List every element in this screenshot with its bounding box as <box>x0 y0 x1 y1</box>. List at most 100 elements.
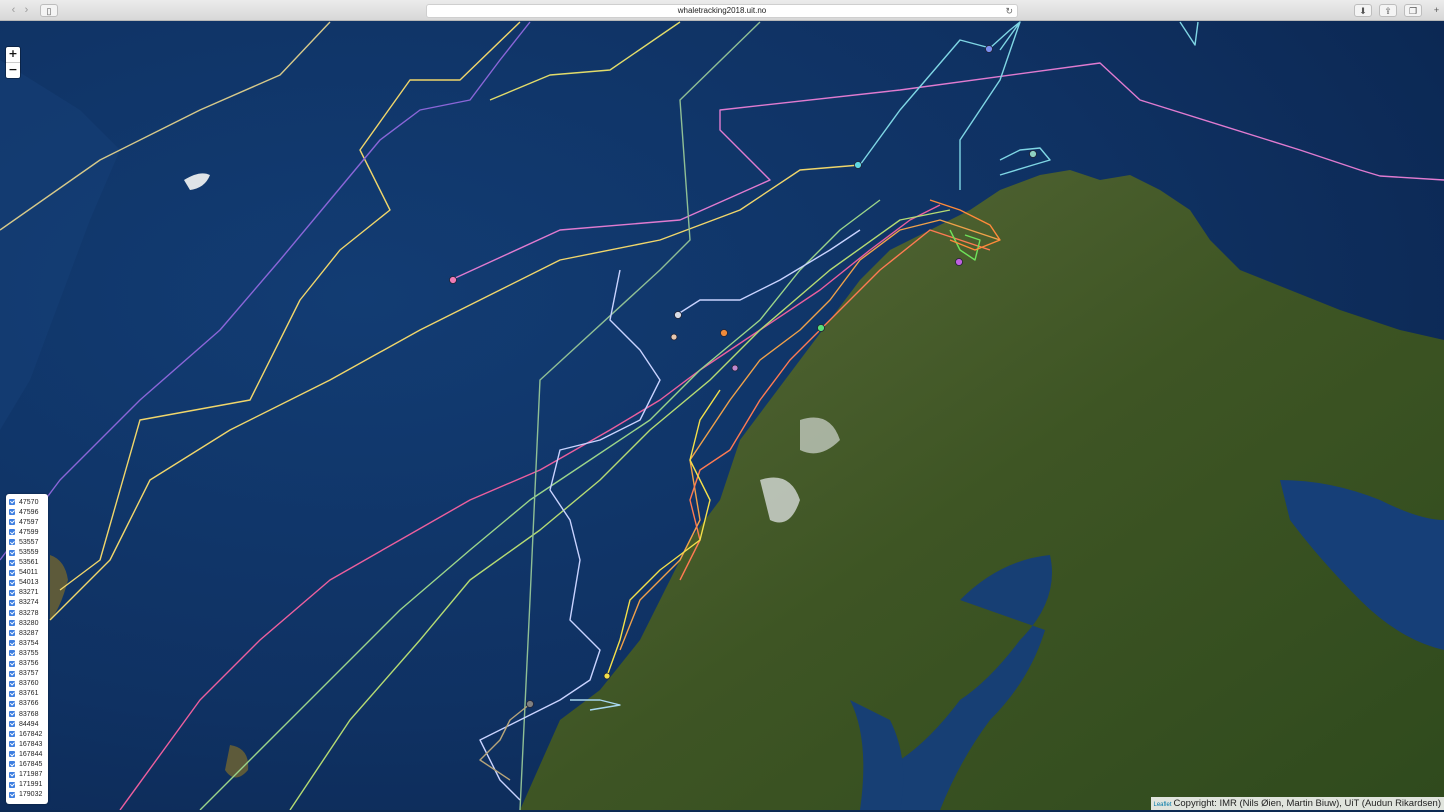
track-legend: 47570 47596 475974759953557535595356154011… <box>6 494 48 804</box>
legend-item[interactable]: 47596 <box>9 507 48 517</box>
checkbox-checked-icon[interactable] <box>9 580 15 586</box>
legend-item[interactable]: 83755 <box>9 648 48 658</box>
url-text: whaletracking2018.uit.no <box>678 6 767 15</box>
track-marker[interactable] <box>956 259 963 266</box>
leaflet-link[interactable]: Leaflet <box>1154 802 1172 808</box>
legend-item[interactable]: 83287 <box>9 628 48 638</box>
track-marker[interactable] <box>855 162 862 169</box>
legend-item[interactable]: 47570 <box>9 497 48 507</box>
legend-item-label: 83760 <box>19 680 38 687</box>
new-tab-icon[interactable]: + <box>1430 4 1443 17</box>
legend-item[interactable]: 83754 <box>9 638 48 648</box>
legend-item-label: 167844 <box>19 751 42 758</box>
reload-icon[interactable]: ↻ <box>1005 5 1013 17</box>
track-marker[interactable] <box>450 277 457 284</box>
checkbox-checked-icon[interactable] <box>9 650 15 656</box>
legend-item[interactable]: 167844 <box>9 749 48 759</box>
track-marker[interactable] <box>527 701 534 708</box>
track-marker[interactable] <box>1030 151 1037 158</box>
checkbox-checked-icon[interactable] <box>9 550 15 556</box>
checkbox-checked-icon[interactable] <box>9 640 15 646</box>
checkbox-checked-icon[interactable] <box>9 671 15 677</box>
legend-item[interactable]: 167842 <box>9 729 48 739</box>
zoom-in-button[interactable]: + <box>6 47 20 62</box>
share-icon[interactable]: ⇪ <box>1379 4 1397 17</box>
tabs-overview-icon[interactable]: ❐ <box>1404 4 1422 17</box>
checkbox-checked-icon[interactable] <box>9 610 15 616</box>
checkbox-checked-icon[interactable] <box>9 509 15 515</box>
back-icon[interactable]: ‹ <box>7 4 20 16</box>
checkbox-checked-icon[interactable] <box>9 560 15 566</box>
address-bar[interactable]: whaletracking2018.uit.no ↻ <box>426 4 1018 18</box>
legend-item[interactable]: 84494 <box>9 719 48 729</box>
legend-item[interactable]: 83274 <box>9 598 48 608</box>
checkbox-checked-icon[interactable] <box>9 772 15 778</box>
legend-item[interactable]: 83761 <box>9 689 48 699</box>
legend-item[interactable]: 54013 <box>9 578 48 588</box>
track-marker[interactable] <box>604 673 610 679</box>
checkbox-checked-icon[interactable] <box>9 711 15 717</box>
legend-item[interactable]: 54011 <box>9 568 48 578</box>
legend-item[interactable]: 47599 <box>9 527 48 537</box>
track-marker[interactable] <box>675 312 682 319</box>
checkbox-checked-icon[interactable] <box>9 731 15 737</box>
checkbox-checked-icon[interactable] <box>9 539 15 545</box>
legend-item[interactable]: 83766 <box>9 699 48 709</box>
legend-item[interactable]: 179032 <box>9 790 48 800</box>
legend-item-label: 171987 <box>19 771 42 778</box>
legend-item[interactable]: 83757 <box>9 669 48 679</box>
legend-item-label: 54013 <box>19 579 38 586</box>
legend-item-label: 47596 <box>19 509 38 516</box>
legend-item-label: 54011 <box>19 569 38 576</box>
legend-item-label: 83766 <box>19 700 38 707</box>
legend-item[interactable]: 53559 <box>9 547 48 557</box>
checkbox-checked-icon[interactable] <box>9 529 15 535</box>
legend-item[interactable]: 83278 <box>9 608 48 618</box>
track-marker[interactable] <box>818 325 825 332</box>
legend-item-label: 83755 <box>19 650 38 657</box>
checkbox-checked-icon[interactable] <box>9 751 15 757</box>
browser-toolbar: ‹ › ▯ whaletracking2018.uit.no ↻ ⬇ ⇪ ❐ + <box>0 0 1444 21</box>
map-view[interactable]: + − <box>0 21 1444 810</box>
forward-icon[interactable]: › <box>20 4 33 16</box>
checkbox-checked-icon[interactable] <box>9 761 15 767</box>
checkbox-checked-icon[interactable] <box>9 721 15 727</box>
legend-item[interactable]: 53557 <box>9 537 48 547</box>
checkbox-checked-icon[interactable] <box>9 741 15 747</box>
track-marker[interactable] <box>986 46 993 53</box>
checkbox-checked-icon[interactable] <box>9 600 15 606</box>
legend-item[interactable]: 83280 <box>9 618 48 628</box>
checkbox-checked-icon[interactable] <box>9 519 15 525</box>
checkbox-checked-icon[interactable] <box>9 630 15 636</box>
track-marker[interactable] <box>671 334 677 340</box>
download-icon[interactable]: ⬇ <box>1354 4 1372 17</box>
checkbox-checked-icon[interactable] <box>9 701 15 707</box>
sidebar-toggle-icon[interactable]: ▯ <box>40 4 58 17</box>
checkbox-checked-icon[interactable] <box>9 499 15 505</box>
checkbox-checked-icon[interactable] <box>9 681 15 687</box>
checkbox-checked-icon[interactable] <box>9 792 15 798</box>
legend-item[interactable]: 53561 <box>9 558 48 568</box>
checkbox-checked-icon[interactable] <box>9 782 15 788</box>
legend-item[interactable]: 83760 <box>9 679 48 689</box>
checkbox-checked-icon[interactable] <box>9 620 15 626</box>
legend-item-label: 47597 <box>19 519 38 526</box>
zoom-out-button[interactable]: − <box>6 62 20 78</box>
legend-item-label: 83756 <box>19 660 38 667</box>
checkbox-checked-icon[interactable] <box>9 691 15 697</box>
satellite-map <box>0 21 1444 810</box>
legend-item[interactable]: 167845 <box>9 759 48 769</box>
legend-item[interactable]: 167843 <box>9 739 48 749</box>
track-marker[interactable] <box>721 330 728 337</box>
legend-item[interactable]: 83756 <box>9 659 48 669</box>
legend-item[interactable]: 83768 <box>9 709 48 719</box>
legend-item-label: 179032 <box>19 791 42 798</box>
track-marker[interactable] <box>732 365 738 371</box>
legend-item[interactable]: 83271 <box>9 588 48 598</box>
checkbox-checked-icon[interactable] <box>9 590 15 596</box>
legend-item[interactable]: 171987 <box>9 770 48 780</box>
checkbox-checked-icon[interactable] <box>9 661 15 667</box>
checkbox-checked-icon[interactable] <box>9 570 15 576</box>
legend-item[interactable]: 171991 <box>9 780 48 790</box>
legend-item[interactable]: 47597 <box>9 517 48 527</box>
